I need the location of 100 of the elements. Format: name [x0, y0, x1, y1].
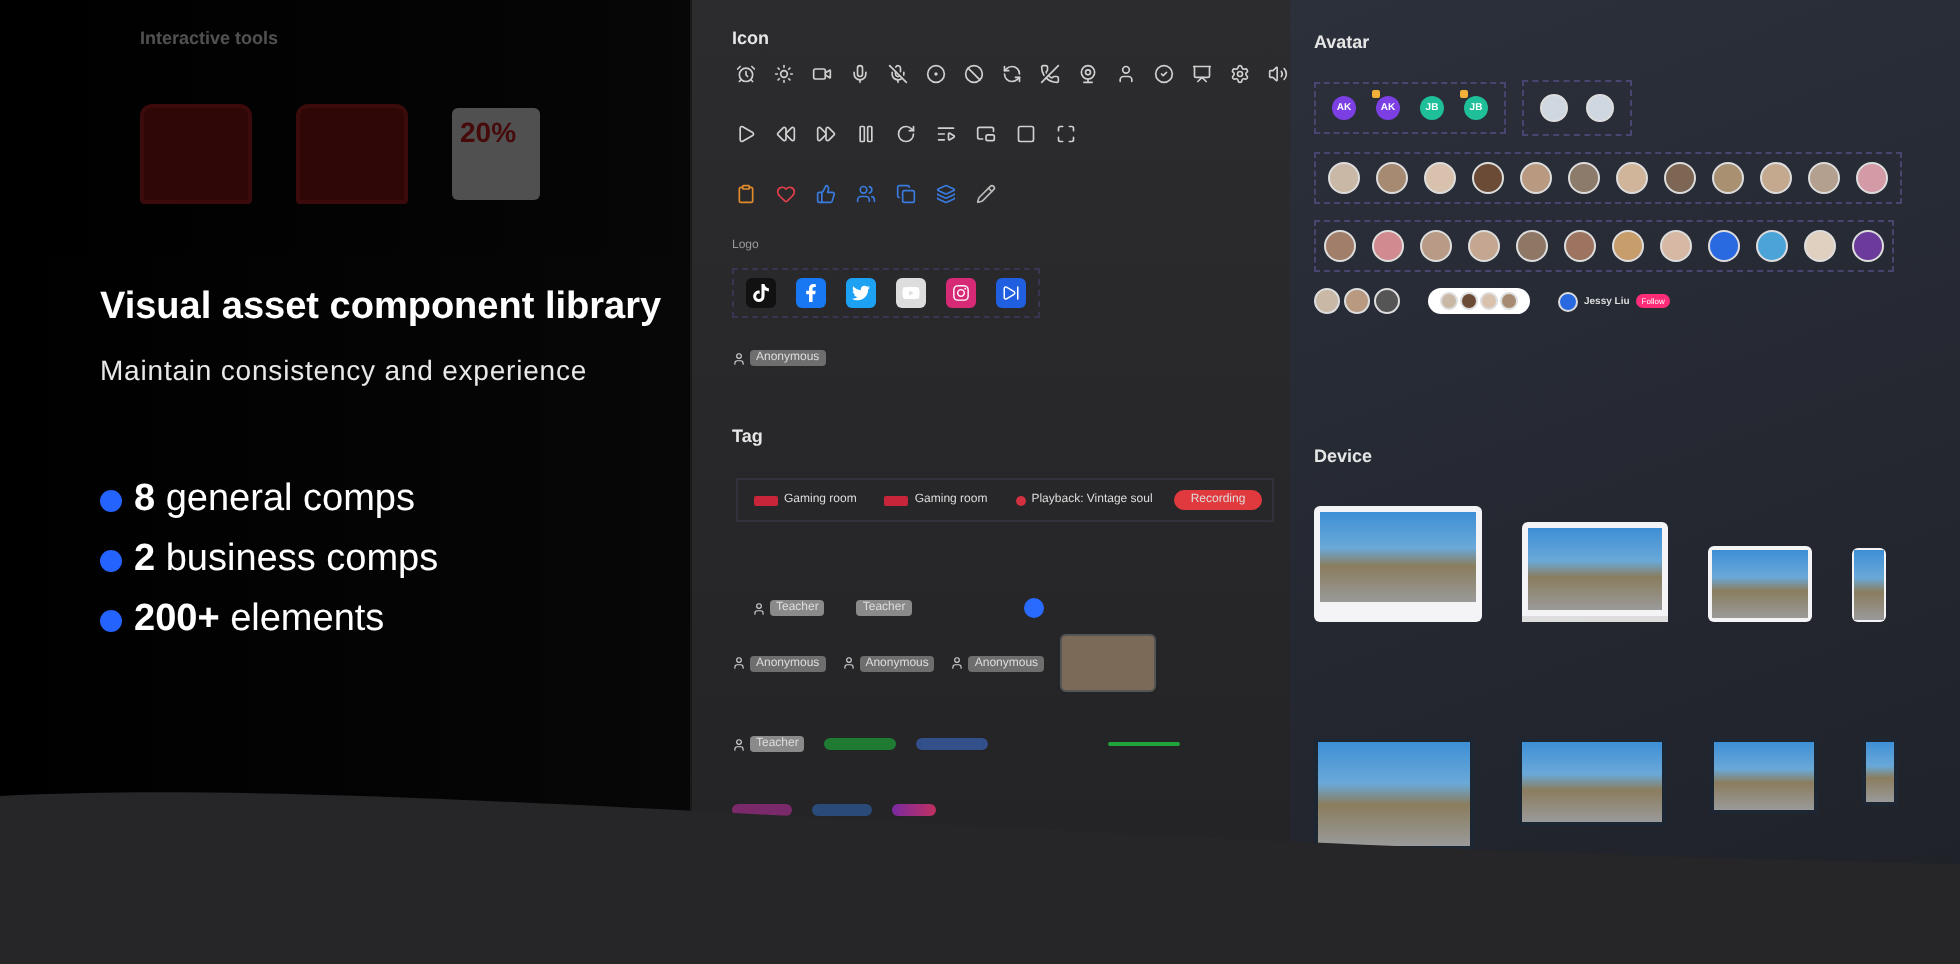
twitter-logo-icon	[846, 278, 876, 308]
avatar-circle	[1520, 162, 1552, 194]
avatar-circle	[1804, 230, 1836, 262]
avatar-circle	[1472, 162, 1504, 194]
instagram-logo-icon	[946, 278, 976, 308]
feature-item: 2 business comps	[134, 538, 439, 582]
avatar-circle	[1852, 230, 1884, 262]
bullet-dot-icon	[100, 609, 122, 631]
avatar-circle	[1328, 162, 1360, 194]
layers-icon	[936, 184, 956, 204]
avatar-circle	[1376, 162, 1408, 194]
video-placeholder	[1060, 634, 1157, 692]
heart-icon	[776, 184, 796, 204]
bullet-dot-icon	[100, 549, 122, 571]
webcam-icon	[1078, 64, 1098, 84]
raised-hand-icon	[1460, 90, 1468, 98]
avatar-circle	[1808, 162, 1840, 194]
status-tag	[916, 738, 989, 750]
avatar-circle	[1500, 292, 1518, 310]
user-icon	[732, 656, 746, 670]
user-icon	[841, 656, 856, 670]
avatar-circle	[1420, 230, 1452, 262]
avatar-circle	[1314, 288, 1340, 314]
pencil-icon	[976, 184, 996, 204]
gradient-bar	[892, 804, 936, 816]
picture-in-picture-icon	[976, 124, 996, 144]
avatar-circle	[1664, 162, 1696, 194]
avatar-circle	[1708, 230, 1740, 262]
section-title: Interactive tools	[140, 28, 281, 48]
section-title: Device	[1314, 446, 1375, 466]
status-tag	[824, 738, 897, 750]
screen-share-icon	[1192, 64, 1212, 84]
avatar-circle	[1468, 230, 1500, 262]
avatar-circle	[1856, 162, 1888, 194]
facebook-logo-icon	[796, 278, 826, 308]
section-title: Tag	[732, 426, 765, 446]
avatar-circle	[1372, 230, 1404, 262]
playlist-icon	[936, 124, 956, 144]
gift-tag	[732, 804, 792, 816]
video-camera-icon	[812, 64, 832, 84]
play-icon	[736, 124, 756, 144]
avatar-circle	[1564, 230, 1596, 262]
avatar-circle	[1586, 94, 1614, 122]
section-title: Icon	[732, 28, 772, 48]
pause-icon	[856, 124, 876, 144]
hang-up-icon	[1040, 64, 1060, 84]
ban-icon	[964, 64, 984, 84]
feature-item: 200+ elements	[134, 598, 385, 642]
record-icon	[926, 64, 946, 84]
photo-placeholder	[1528, 528, 1662, 610]
avatar-circle	[1516, 230, 1548, 262]
avatar-circle	[1760, 162, 1792, 194]
avatar-circle	[1756, 230, 1788, 262]
avatar-circle	[1324, 230, 1356, 262]
copy-icon	[896, 184, 916, 204]
rewind-icon	[776, 124, 796, 144]
user-icon	[950, 656, 965, 670]
avatar-circle	[1344, 288, 1370, 314]
avatar-circle	[1616, 162, 1648, 194]
avatar-circle	[1558, 291, 1578, 311]
fullscreen-icon	[1056, 124, 1076, 144]
avatar-circle	[1612, 230, 1644, 262]
avatar-circle	[1712, 162, 1744, 194]
avatar-circle	[1374, 288, 1400, 314]
refresh-icon	[896, 124, 916, 144]
raised-hand-icon	[1372, 90, 1380, 98]
user-icon	[732, 737, 746, 751]
microphone-off-icon	[888, 64, 908, 84]
skip-forward-logo-icon	[996, 278, 1026, 308]
sun-icon	[774, 64, 794, 84]
check-circle-icon	[1154, 64, 1174, 84]
camera-switch-icon	[1002, 64, 1022, 84]
fast-forward-icon	[816, 124, 836, 144]
user-icon	[732, 351, 746, 365]
avatar-circle	[1440, 292, 1458, 310]
youtube-logo-icon	[896, 278, 926, 308]
avatar-circle	[1480, 292, 1498, 310]
tiktok-logo-icon	[746, 278, 776, 308]
gift-tag	[812, 804, 872, 816]
speaker-icon	[1268, 64, 1288, 84]
user-icon	[752, 601, 766, 615]
settings-icon	[1230, 64, 1250, 84]
alarm-clock-icon	[736, 64, 756, 84]
hero-title: Visual asset component library	[100, 286, 662, 330]
feature-item: 8 general comps	[134, 478, 415, 522]
stop-icon	[1016, 124, 1036, 144]
status-dot-icon	[1023, 598, 1044, 618]
coupon-card: 20%	[452, 108, 540, 200]
hero-subtitle: Maintain consistency and experience	[100, 354, 590, 386]
progress-line	[1108, 742, 1181, 746]
avatar-circle	[1460, 292, 1478, 310]
user-icon	[1116, 64, 1136, 84]
bullet-dot-icon	[100, 489, 122, 511]
avatar-circle	[1424, 162, 1456, 194]
thumbs-up-icon	[816, 184, 836, 204]
avatar-circle	[1568, 162, 1600, 194]
microphone-icon	[850, 64, 870, 84]
avatar-circle	[1660, 230, 1692, 262]
section-title: Avatar	[1314, 32, 1372, 52]
users-icon	[856, 184, 876, 204]
